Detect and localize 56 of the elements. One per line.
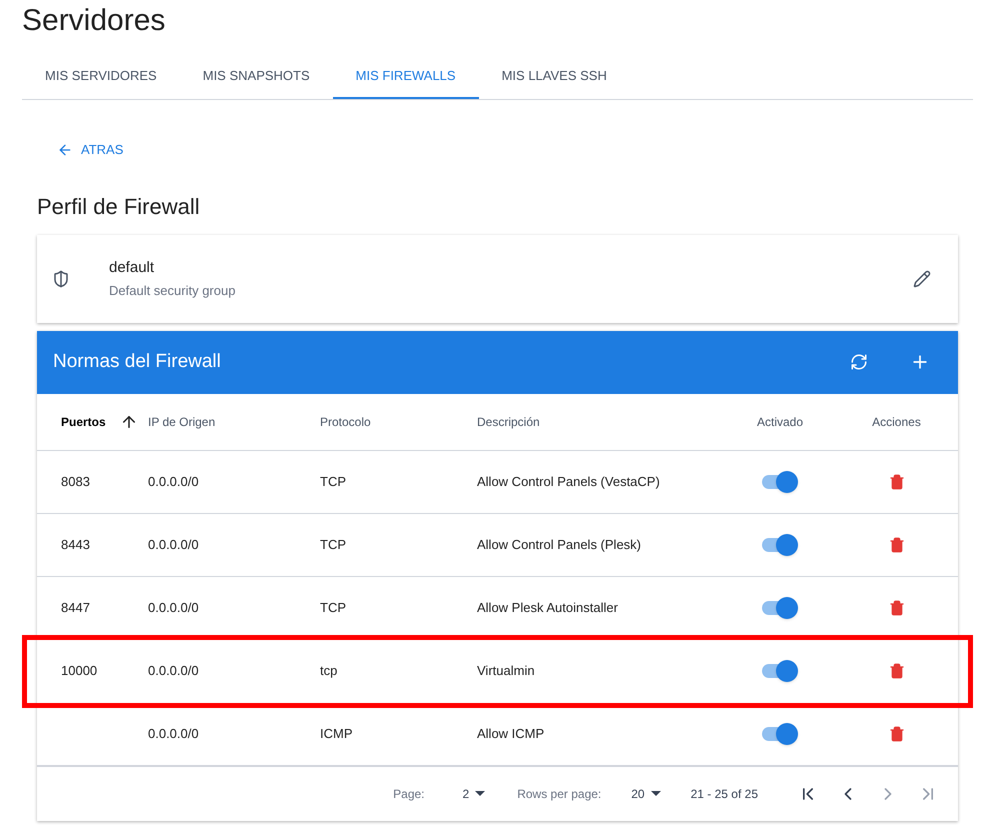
toggle-switch[interactable] (762, 660, 798, 682)
page-range: 21 - 25 of 25 (690, 786, 758, 802)
tab[interactable]: MIS SERVIDORES (22, 55, 180, 99)
table-cell: Allow ICMP (477, 726, 544, 741)
delete-icon[interactable] (888, 600, 904, 616)
table-cell: 10000 (61, 663, 98, 678)
tab[interactable]: MIS LLAVES SSH (478, 55, 630, 99)
delete-icon[interactable] (888, 663, 904, 679)
table-cell: TCP (320, 474, 346, 489)
rows-per-page-label: Rows per page: (517, 786, 602, 802)
toggle-switch[interactable] (762, 534, 798, 556)
toggle-switch[interactable] (762, 470, 798, 492)
column-header[interactable]: Descripción (477, 412, 540, 430)
back-arrow-icon (57, 142, 73, 158)
rows-per-page-select[interactable]: 20 (631, 784, 661, 802)
table-cell: 0.0.0.0/0 (148, 600, 199, 615)
shield-icon (52, 270, 70, 288)
table-cell: TCP (320, 536, 346, 552)
table-cell: 8447 (61, 600, 90, 615)
dropdown-caret-icon (650, 791, 661, 796)
table-cell: 0.0.0.0/0 (148, 663, 199, 678)
table-cell: Virtualmin (477, 663, 535, 678)
delete-icon[interactable] (888, 726, 904, 742)
table-title: Normas del Firewall (53, 350, 221, 374)
table-cell: Allow Control Panels (Plesk) (477, 536, 642, 552)
table-cell: Allow Plesk Autoinstaller (477, 600, 618, 615)
back-link[interactable]: ATRAS (57, 140, 124, 160)
toggle-switch[interactable] (762, 596, 798, 618)
table-cell: 0.0.0.0/0 (148, 536, 199, 552)
table-cell: 0.0.0.0/0 (148, 474, 199, 489)
column-header[interactable]: Puertos (61, 412, 106, 430)
tab[interactable]: MIS SNAPSHOTS (180, 55, 333, 99)
profile-description: Default security group (109, 282, 236, 300)
table-cell: tcp (320, 663, 338, 678)
table-cell: 0.0.0.0/0 (148, 726, 199, 741)
delete-icon[interactable] (888, 474, 904, 490)
page-title: Servidores (22, 3, 166, 39)
toggle-switch[interactable] (762, 722, 798, 744)
edit-icon[interactable] (913, 270, 931, 288)
page-select[interactable]: 2 (462, 784, 486, 802)
table-cell: 8443 (61, 536, 90, 552)
table-cell: TCP (320, 600, 346, 615)
column-header[interactable]: Protocolo (320, 412, 371, 430)
page-label: Page: (393, 786, 425, 802)
delete-icon[interactable] (888, 536, 904, 552)
dropdown-caret-icon (475, 791, 486, 796)
section-title: Perfil de Firewall (37, 192, 201, 220)
table-cell: Allow Control Panels (VestaCP) (477, 474, 660, 489)
column-header[interactable]: Activado (756, 412, 804, 430)
column-header[interactable]: Acciones (872, 412, 921, 430)
refresh-icon[interactable] (850, 353, 868, 371)
table-cell: 8083 (61, 474, 90, 489)
tab[interactable]: MIS FIREWALLS (332, 55, 479, 99)
column-header[interactable]: IP de Origen (148, 412, 216, 430)
table-cell: ICMP (320, 726, 352, 741)
profile-name: default (109, 258, 156, 278)
